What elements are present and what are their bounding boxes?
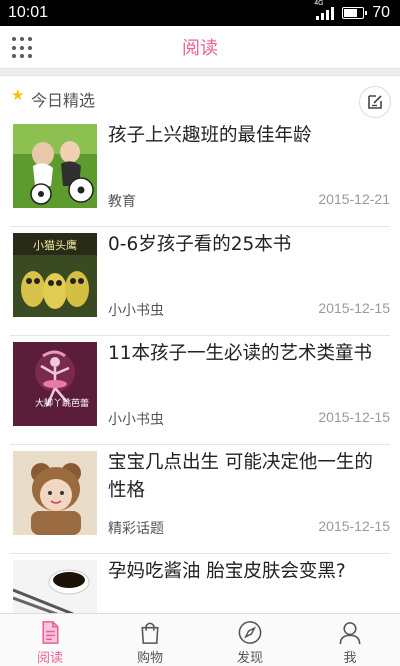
list-item[interactable]: 孕妈吃酱油 胎宝皮肤会变黑?: [10, 554, 390, 613]
network-type: 4G: [314, 0, 324, 7]
article-title: 宝宝几点出生 可能决定他一生的性格: [108, 452, 373, 501]
section-label: 今日精选: [31, 91, 96, 110]
compass-icon: [238, 621, 262, 644]
article-title: 0-6岁孩子看的25本书: [108, 234, 292, 255]
tab-discover[interactable]: 发现: [200, 614, 300, 666]
list-item[interactable]: 孩子上兴趣班的最佳年龄 教育 2015-12-21: [10, 118, 390, 227]
article-date: 2015-12-15: [318, 409, 390, 425]
article-thumbnail: [13, 451, 97, 535]
list-item[interactable]: 宝宝几点出生 可能决定他一生的性格 精彩话题 2015-12-15: [10, 445, 390, 554]
battery-level: 70: [372, 4, 390, 21]
status-time: 10:01: [8, 4, 49, 21]
article-title: 孩子上兴趣班的最佳年龄: [108, 125, 312, 146]
section-header: ★ 今日精选: [0, 76, 400, 118]
article-source: 小小书虫: [108, 303, 164, 319]
tab-read[interactable]: 阅读: [0, 614, 100, 666]
person-icon: [339, 622, 361, 645]
book-icon: [42, 621, 59, 644]
tab-label: 阅读: [36, 651, 63, 666]
article-title: 孕妈吃酱油 胎宝皮肤会变黑?: [108, 561, 346, 582]
thumbnail-title: 小猫头鹰: [33, 238, 77, 252]
article-date: 2015-12-15: [318, 300, 390, 316]
star-icon: ★: [11, 86, 25, 104]
grid-menu-icon[interactable]: [12, 37, 34, 59]
list-item[interactable]: 大脚丫跳芭蕾 11本孩子一生必读的艺术类童书 小小书虫 2015-12-15: [10, 336, 390, 445]
article-title: 11本孩子一生必读的艺术类童书: [108, 343, 373, 364]
edit-button[interactable]: [359, 86, 391, 118]
article-list: 孩子上兴趣班的最佳年龄 教育 2015-12-21 小猫头鹰 0-6岁孩子看的2…: [0, 118, 400, 613]
tab-me[interactable]: 我: [300, 614, 400, 666]
header-divider: [0, 68, 400, 76]
article-date: 2015-12-15: [318, 518, 390, 534]
bag-icon: [141, 622, 159, 644]
bottom-tab-bar: 阅读 购物 发现 我: [0, 613, 400, 666]
article-source: 精彩话题: [108, 521, 164, 537]
article-date: 2015-12-21: [318, 191, 390, 207]
edit-icon: [368, 95, 382, 109]
thumbnail-title: 大脚丫跳芭蕾: [35, 397, 89, 409]
tab-label: 购物: [136, 651, 163, 666]
tab-label: 我: [343, 651, 357, 666]
status-right: 4G 70: [314, 0, 390, 22]
article-thumbnail: 小猫头鹰: [13, 233, 97, 317]
app-header: 阅读: [0, 26, 400, 68]
article-thumbnail: 大脚丫跳芭蕾: [13, 342, 97, 426]
tab-shopping[interactable]: 购物: [100, 614, 200, 666]
page-title: 阅读: [182, 38, 218, 59]
battery-icon: [342, 7, 368, 19]
status-bar: 10:01 4G 70: [0, 0, 400, 26]
article-thumbnail: [13, 560, 97, 613]
article-source: 教育: [108, 194, 136, 210]
signal-icon: 4G: [314, 0, 335, 20]
list-item[interactable]: 小猫头鹰 0-6岁孩子看的25本书 小小书虫 2015-12-15: [10, 227, 390, 336]
article-source: 小小书虫: [108, 412, 164, 428]
article-thumbnail: [13, 124, 97, 208]
tab-label: 发现: [236, 651, 263, 666]
